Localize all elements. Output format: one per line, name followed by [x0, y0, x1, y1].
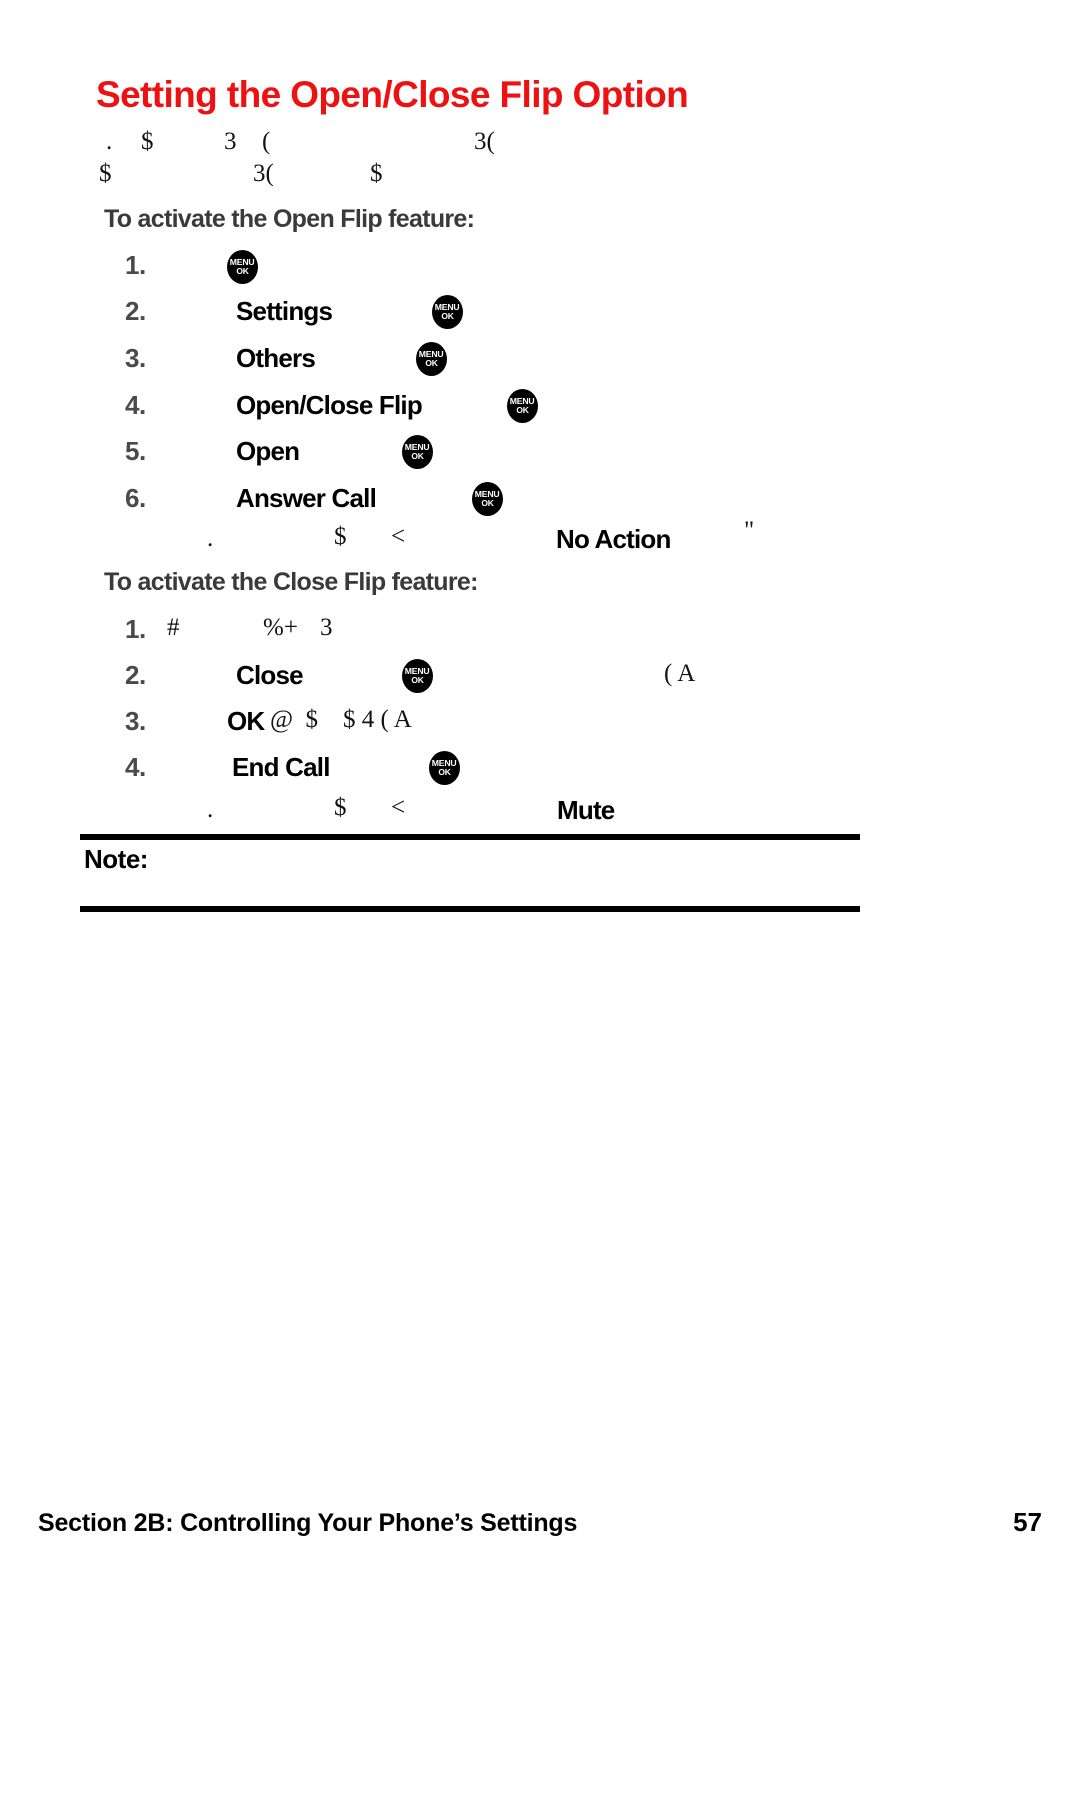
close-flip-tip-glyph-c: < — [391, 794, 406, 821]
open-flip-step-6: 6. Answer Call MENU OK — [0, 482, 1080, 523]
step-number: 4. — [125, 390, 146, 420]
open-flip-tip-glyph-a: . — [207, 525, 214, 552]
step-trailing-glyphs: ( A — [664, 660, 696, 687]
open-flip-tip-glyph-b: $ — [334, 523, 347, 550]
open-flip-heading: To activate the Open Flip feature: — [104, 205, 475, 233]
menu-ok-icon-bottom: OK — [441, 311, 454, 322]
step-number: 3. — [125, 343, 146, 373]
step-menu-term: OK — [227, 706, 265, 736]
close-flip-step-3: 3. OK @ $ $ 4 ( A — [0, 706, 1080, 746]
menu-ok-icon-bottom: OK — [411, 675, 424, 686]
menu-ok-icon-top: MENU — [435, 302, 460, 313]
close-flip-step-2: 2. Close MENU OK ( A — [0, 659, 1080, 700]
menu-ok-icon[interactable]: MENU OK — [227, 250, 258, 284]
intro-glyph-1b: $ — [141, 128, 154, 155]
menu-ok-icon-top: MENU — [432, 758, 457, 769]
step-number: 1. — [125, 614, 146, 644]
footer-page-number: 57 — [1013, 1507, 1042, 1537]
step-number: 1. — [125, 250, 146, 280]
intro-glyph-1a: . — [106, 128, 113, 155]
menu-ok-icon[interactable]: MENU OK — [507, 389, 538, 423]
close-flip-step-1: 1. # %+ 3 — [0, 614, 1080, 654]
menu-ok-icon[interactable]: MENU OK — [416, 342, 447, 376]
intro-glyph-1d: ( — [262, 128, 271, 155]
close-flip-tip-term: Mute — [557, 795, 615, 825]
page-title: Setting the Open/Close Flip Option — [96, 74, 689, 115]
open-flip-tip-term: No Action — [556, 524, 671, 554]
menu-ok-icon[interactable]: MENU OK — [429, 751, 460, 785]
step-number: 2. — [125, 296, 146, 326]
intro-glyph-2b: 3( — [253, 160, 274, 187]
step-number: 2. — [125, 660, 146, 690]
intro-glyph-2a: $ — [99, 160, 112, 187]
step-menu-term: Others — [236, 343, 316, 373]
step-glyph-b: %+ — [263, 614, 298, 641]
menu-ok-icon-top: MENU — [419, 349, 444, 360]
close-flip-tip-glyph-b: $ — [334, 794, 347, 821]
step-number: 5. — [125, 436, 146, 466]
document-page: Setting the Open/Close Flip Option . $ 3… — [0, 0, 1080, 1800]
step-trailing-glyphs: @ $ $ 4 ( A — [270, 706, 412, 733]
note-label: Note: — [84, 844, 148, 874]
step-menu-term: Open/Close Flip — [236, 390, 423, 420]
open-flip-step-3: 3. Others MENU OK — [0, 342, 1080, 383]
step-menu-term: Close — [236, 660, 304, 690]
menu-ok-icon-bottom: OK — [236, 266, 249, 277]
open-flip-tip-glyph-d: " — [744, 517, 755, 544]
open-flip-step-5: 5. Open MENU OK — [0, 435, 1080, 476]
open-flip-step-1: 1. MENU OK — [0, 250, 1080, 290]
step-number: 4. — [125, 752, 146, 782]
footer-section-label: Section 2B: Controlling Your Phone’s Set… — [38, 1509, 578, 1537]
menu-ok-icon-bottom: OK — [438, 767, 451, 778]
step-menu-term: Answer Call — [236, 483, 377, 513]
menu-ok-icon-top: MENU — [405, 666, 430, 677]
menu-ok-icon-top: MENU — [510, 396, 535, 407]
step-glyph-c: 3 — [320, 614, 333, 641]
step-glyph-a: # — [167, 614, 180, 641]
open-flip-step-2: 2. Settings MENU OK — [0, 295, 1080, 336]
menu-ok-icon[interactable]: MENU OK — [402, 659, 433, 693]
menu-ok-icon-bottom: OK — [425, 358, 438, 369]
menu-ok-icon-top: MENU — [475, 489, 500, 500]
intro-glyph-1e: 3( — [474, 128, 495, 155]
step-menu-term: Open — [236, 436, 300, 466]
menu-ok-icon-top: MENU — [405, 442, 430, 453]
step-number: 6. — [125, 483, 146, 513]
menu-ok-icon[interactable]: MENU OK — [432, 295, 463, 329]
menu-ok-icon[interactable]: MENU OK — [472, 482, 503, 516]
step-menu-term: End Call — [232, 752, 330, 782]
menu-ok-icon-bottom: OK — [481, 498, 494, 509]
close-flip-tip-glyph-a: . — [207, 796, 214, 823]
menu-ok-icon[interactable]: MENU OK — [402, 435, 433, 469]
menu-ok-icon-bottom: OK — [411, 451, 424, 462]
menu-ok-icon-bottom: OK — [516, 405, 529, 416]
open-flip-step-4: 4. Open/Close Flip MENU OK — [0, 389, 1080, 430]
close-flip-heading: To activate the Close Flip feature: — [104, 568, 478, 596]
note-rule-top — [80, 834, 860, 840]
intro-glyph-1c: 3 — [224, 128, 237, 155]
intro-glyph-2c: $ — [370, 160, 383, 187]
step-number: 3. — [125, 706, 146, 736]
close-flip-step-4: 4. End Call MENU OK — [0, 751, 1080, 792]
open-flip-tip-glyph-c: < — [391, 523, 406, 550]
step-menu-term: Settings — [236, 296, 333, 326]
menu-ok-icon-top: MENU — [230, 257, 255, 268]
note-rule-bottom — [80, 906, 860, 912]
